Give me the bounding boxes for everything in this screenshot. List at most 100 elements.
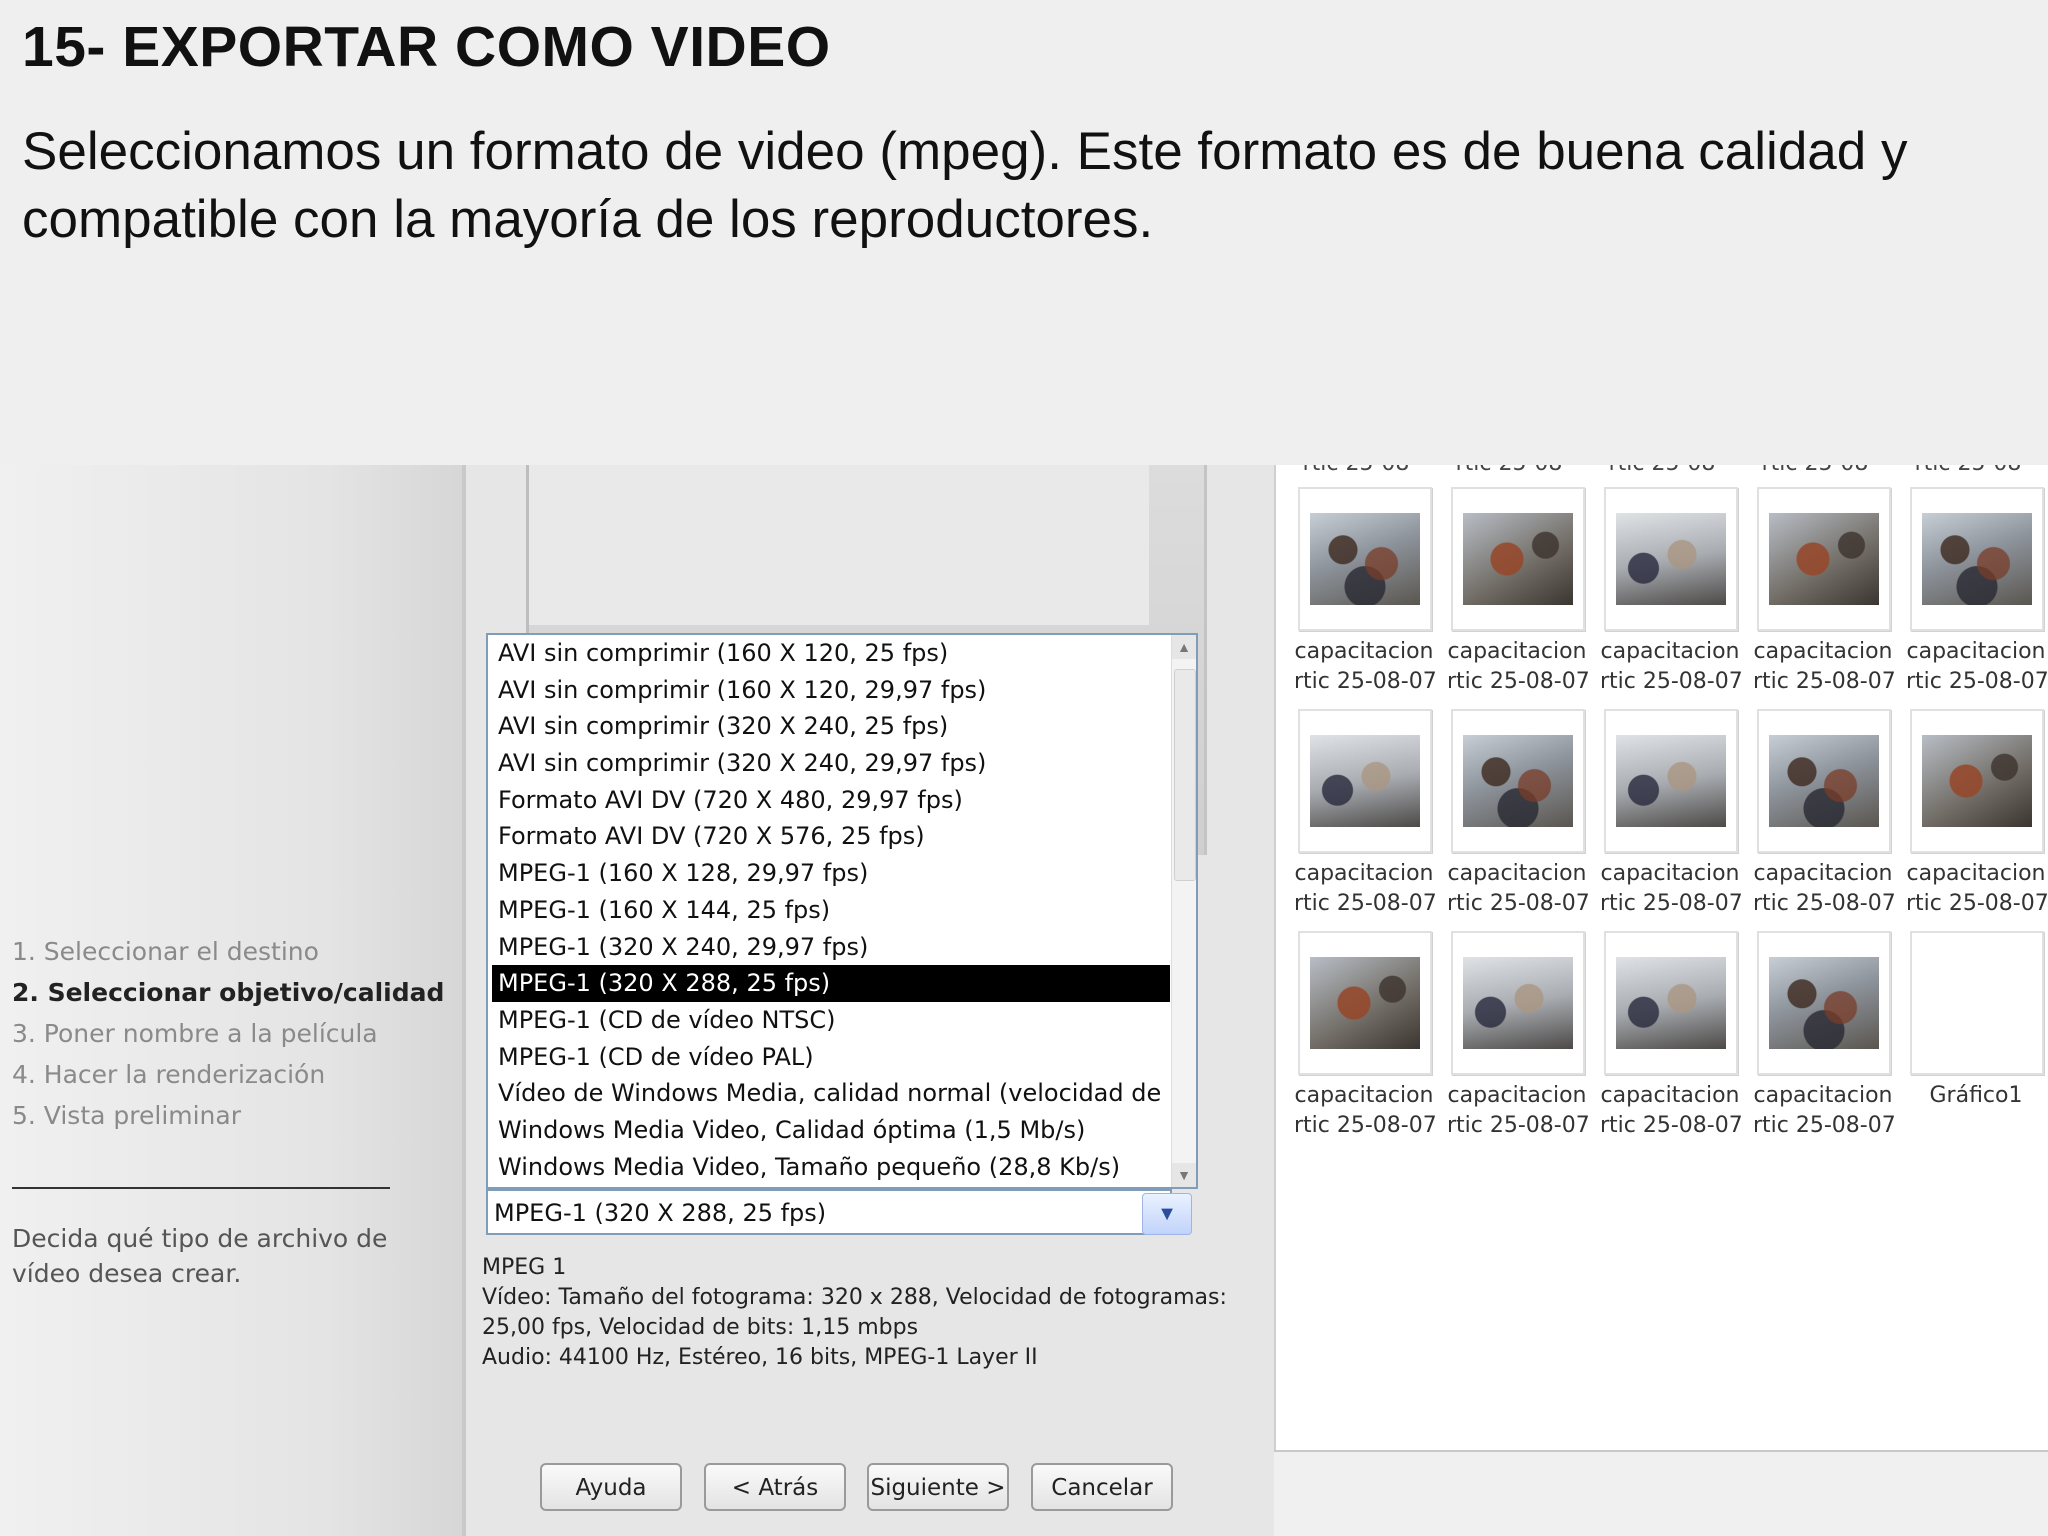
clip-label: capacitacion rtic 25-08-07 (1447, 1081, 1590, 1141)
clip-tile[interactable]: capacitacion rtic 25-08-07 (1600, 487, 1743, 707)
clip-tile[interactable]: capacitacion rtic 25-08-07 (1906, 487, 2048, 707)
clip-label-line: rtic 25-08-07 (1753, 669, 1896, 694)
wizard-steps-list: 1. Seleccionar el destino 2. Seleccionar … (12, 931, 444, 1136)
clip-label: capacitacion rtic 25-08-07 (1294, 859, 1437, 919)
clip-label-line: capacitacion (1600, 1083, 1740, 1108)
format-option[interactable]: MPEG-1 (160 X 128, 29,97 fps) (492, 855, 1170, 892)
clip-tile[interactable]: capacitacion rtic 25-08-07 (1294, 931, 1437, 1151)
movie-maker-screenshot: 1. Seleccionar el destino 2. Seleccionar … (0, 465, 2048, 1536)
clip-tile[interactable]: capacitacion rtic 25-08-07 (1294, 709, 1437, 929)
clip-tile[interactable]: capacitacion rtic 25-08-07 (1753, 931, 1896, 1151)
clip-thumbnail[interactable] (1451, 709, 1585, 853)
clip-thumbnail[interactable] (1910, 931, 2044, 1075)
clip-label-line: rtic 25-08-07 (1600, 1113, 1743, 1138)
clip-label: capacitacion rtic 25-08-07 (1753, 637, 1896, 697)
format-option[interactable]: Windows Media Video, Calidad óptima (1,5… (492, 1112, 1170, 1149)
clip-thumbnail[interactable] (1298, 931, 1432, 1075)
format-option[interactable]: AVI sin comprimir (160 X 120, 29,97 fps) (492, 672, 1170, 709)
clipped-tile-label: rtic 25-08-07 (1443, 465, 1583, 471)
video-format-combobox[interactable]: MPEG-1 (320 X 288, 25 fps) (486, 1189, 1172, 1235)
format-option[interactable]: MPEG-1 (160 X 144, 25 fps) (492, 892, 1170, 929)
clip-thumbnail[interactable] (1757, 931, 1891, 1075)
clip-tile[interactable]: capacitacion rtic 25-08-07 (1753, 709, 1896, 929)
clip-thumbnail[interactable] (1910, 487, 2044, 631)
format-option[interactable]: Formato AVI DV (720 X 480, 29,97 fps) (492, 782, 1170, 819)
format-option[interactable]: AVI sin comprimir (320 X 240, 29,97 fps) (492, 745, 1170, 782)
format-option[interactable]: Windows Media Video, Tamaño pequeño (28,… (492, 1149, 1170, 1186)
photo-thumbnail-image (1310, 735, 1420, 827)
clip-thumbnail[interactable] (1298, 709, 1432, 853)
back-button[interactable]: < Atrás (704, 1463, 846, 1511)
clip-thumbnail[interactable] (1757, 709, 1891, 853)
wizard-step: 4. Hacer la renderización (12, 1060, 326, 1089)
clip-label: capacitacion rtic 25-08-07 (1447, 637, 1590, 697)
clip-label-line: capacitacion (1906, 861, 2046, 886)
format-list-scrollbar[interactable]: ▲ ▼ (1171, 635, 1196, 1187)
clip-thumbnail[interactable] (1451, 487, 1585, 631)
clip-tile[interactable]: capacitacion rtic 25-08-07 (1294, 487, 1437, 707)
clip-label-line: rtic 25-08-07 (1447, 1113, 1590, 1138)
photo-thumbnail-image (1616, 513, 1726, 605)
wizard-step: 2. Seleccionar objetivo/calidad (12, 978, 445, 1007)
clip-label-line: rtic 25-08-07 (1906, 891, 2048, 916)
clip-tile[interactable]: capacitacion rtic 25-08-07 (1600, 931, 1743, 1151)
clip-label-line: rtic 25-08-07 (1906, 669, 2048, 694)
clip-label-line: capacitacion (1294, 861, 1434, 886)
format-option[interactable]: Vídeo de Windows Media, calidad normal (… (492, 1075, 1170, 1112)
format-option[interactable]: MPEG-1 (320 X 288, 25 fps) (492, 965, 1170, 1002)
clip-tile[interactable]: capacitacion rtic 25-08-07 (1447, 931, 1590, 1151)
clip-thumbnail[interactable] (1298, 487, 1432, 631)
clip-label-line: capacitacion (1906, 639, 2046, 664)
photo-thumbnail-image (1769, 735, 1879, 827)
photo-thumbnail-image (1463, 513, 1573, 605)
format-details-line: Vídeo: Tamaño del fotograma: 320 x 288, … (482, 1285, 1227, 1310)
clip-tile[interactable]: capacitacion rtic 25-08-07 (1600, 709, 1743, 929)
photo-thumbnail-image (1769, 957, 1879, 1049)
photo-thumbnail-image (1769, 513, 1879, 605)
clip-label: Gráfico1 (1906, 1081, 2046, 1111)
clip-thumbnail[interactable] (1451, 931, 1585, 1075)
clip-label-line: rtic 25-08-07 (1600, 669, 1743, 694)
clip-label-line: Gráfico1 (1929, 1083, 2023, 1108)
clip-label-line: capacitacion (1753, 639, 1893, 664)
format-option[interactable]: Formato AVI DV (720 X 576, 25 fps) (492, 818, 1170, 855)
clipped-tile-label: rtic 25-08-07 (1290, 465, 1430, 471)
clip-label-line: capacitacion (1753, 1083, 1893, 1108)
clip-thumbnail[interactable] (1604, 931, 1738, 1075)
clip-label: capacitacion rtic 25-08-07 (1753, 859, 1896, 919)
format-option[interactable]: MPEG-1 (CD de vídeo NTSC) (492, 1002, 1170, 1039)
collection-pane: rtic 25-08-07 rtic 25-08-07 rtic 25-08-07 r… (1274, 465, 2048, 1450)
clip-thumbnail[interactable] (1604, 487, 1738, 631)
scroll-thumb[interactable] (1174, 669, 1196, 881)
clip-thumbnail[interactable] (1757, 487, 1891, 631)
clip-tile[interactable]: capacitacion rtic 25-08-07 (1447, 487, 1590, 707)
photo-thumbnail-image (1463, 735, 1573, 827)
wizard-steps-pane: 1. Seleccionar el destino 2. Seleccionar … (0, 465, 466, 1536)
video-format-listbox[interactable]: AVI sin comprimir (160 X 120, 25 fps) AVI… (486, 633, 1198, 1189)
format-option[interactable]: AVI sin comprimir (320 X 240, 25 fps) (492, 708, 1170, 745)
clip-label-line: rtic 25-08-07 (1753, 891, 1896, 916)
photo-thumbnail-image (1616, 735, 1726, 827)
clip-tile[interactable]: capacitacion rtic 25-08-07 (1906, 709, 2048, 929)
clip-label: capacitacion rtic 25-08-07 (1600, 859, 1743, 919)
collection-status-area (1274, 1450, 2048, 1536)
clip-tile[interactable]: capacitacion rtic 25-08-07 (1447, 709, 1590, 929)
clip-thumbnail[interactable] (1604, 709, 1738, 853)
clip-label-line: capacitacion (1294, 1083, 1434, 1108)
next-button[interactable]: Siguiente > (867, 1463, 1009, 1511)
help-button[interactable]: Ayuda (540, 1463, 682, 1511)
cancel-button[interactable]: Cancelar (1031, 1463, 1173, 1511)
format-option[interactable]: MPEG-1 (320 X 240, 29,97 fps) (492, 929, 1170, 966)
clip-thumbnail[interactable] (1910, 709, 2044, 853)
preview-area (529, 465, 1149, 625)
chevron-down-icon[interactable]: ▼ (1142, 1193, 1192, 1235)
clip-tile[interactable]: capacitacion rtic 25-08-07 (1753, 487, 1896, 707)
clip-tile[interactable]: Gráfico1 (1906, 931, 2046, 1151)
clipped-tile-label: rtic 25-08-07 (1749, 465, 1889, 471)
scroll-down-arrow-icon[interactable]: ▼ (1172, 1163, 1196, 1187)
format-option[interactable]: AVI sin comprimir (160 X 120, 25 fps) (492, 635, 1170, 672)
clip-label: capacitacion rtic 25-08-07 (1294, 1081, 1437, 1141)
clip-label-line: capacitacion (1294, 639, 1434, 664)
format-option[interactable]: MPEG-1 (CD de vídeo PAL) (492, 1039, 1170, 1076)
scroll-up-arrow-icon[interactable]: ▲ (1172, 635, 1196, 659)
